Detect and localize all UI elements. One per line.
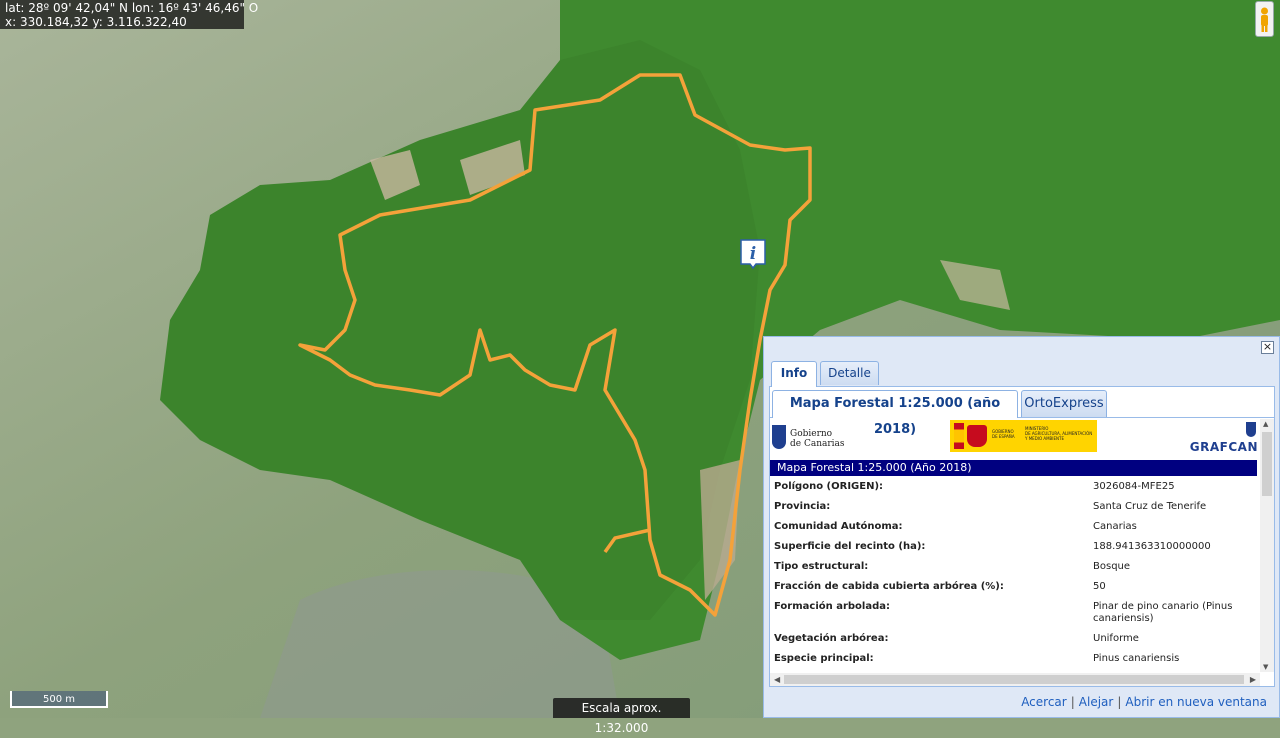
logos-row: Gobierno de Canarias GOBIERNO DE ESPAÑA … [770,418,1258,458]
ministerio-text: MINISTERIO DE AGRICULTURA, ALIMENTACIÓN … [1025,426,1093,441]
xy-readout: x: 330.184,32 y: 3.116.322,40 [5,15,187,29]
row-key: Formación arbolada: [774,601,891,612]
gobierno-espana-text: GOBIERNO DE ESPAÑA [992,429,1015,439]
info-popup: × Info Detalle Mapa Forestal 1:25.000 (a… [763,336,1280,718]
gobierno-canarias-logo: Gobierno de Canarias [772,423,845,453]
row-key: Vegetación arbórea: [774,633,889,644]
row-key: Comunidad Autónoma: [774,521,903,532]
row-value: 3026084-MFE25 [1093,481,1175,492]
table-row: Superficie del recinto (ha): 188.9413633… [770,538,1257,558]
grafcan-text: GRAFCAN [1189,440,1258,454]
row-value: Uniforme [1093,633,1139,644]
info-icon[interactable]: i [740,239,766,270]
scroll-left-icon[interactable]: ◀ [774,673,780,686]
close-icon[interactable]: × [1261,341,1274,354]
row-value: Santa Cruz de Tenerife [1093,501,1207,512]
link-separator: | [1070,695,1075,709]
link-separator: | [1117,695,1122,709]
popup-links: Acercar | Alejar | Abrir en nueva ventana [1021,695,1267,709]
vertical-scrollbar[interactable]: ▲ ▼ [1260,419,1274,672]
acercar-link[interactable]: Acercar [1021,695,1067,709]
scroll-down-icon[interactable]: ▼ [1263,663,1268,671]
row-key: Tipo estructural: [774,561,869,572]
row-value: 188.941363310000000 [1093,541,1211,552]
tab-mapa-forestal[interactable]: Mapa Forestal 1:25.000 (año 2018) [772,390,1018,437]
svg-text:i: i [750,244,756,264]
open-new-window-link[interactable]: Abrir en nueva ventana [1125,695,1267,709]
row-key: Provincia: [774,501,831,512]
spain-crest-icon [967,425,987,447]
row-key: Fracción de cabida cubierta arbórea (%): [774,581,1004,592]
table-row: Formación arbolada: Pinar de pino canari… [770,598,1257,630]
scale-text: Escala aprox. 1:32.000 [553,698,690,735]
grafcan-shield-icon [1246,422,1256,437]
latlon-readout: lat: 28º 09' 42,04" N lon: 16º 43' 46,46… [5,1,259,15]
layer-tabbar: Mapa Forestal 1:25.000 (año 2018) OrtoEx… [770,387,1274,437]
horizontal-scrollbar[interactable]: ◀ ▶ [770,673,1260,686]
table-row: Comunidad Autónoma: Canarias [770,518,1257,538]
spain-flag-icon [954,423,964,449]
scale-bar: 500 m [10,691,108,708]
pegman-icon-graphic [1261,7,1268,32]
row-key: Superficie del recinto (ha): [774,541,926,552]
popup-tabbar: Info Detalle [769,360,1275,387]
tab-detalle[interactable]: Detalle [820,361,879,385]
grafcan-logo: GRAFCAN [1190,422,1258,454]
row-value: Pinar de pino canario (Pinus canariensis… [1093,601,1233,624]
canarias-shield-icon [772,425,786,449]
attribute-table: Polígono (ORIGEN): 3026084-MFE25 Provinc… [770,478,1257,670]
row-key: Polígono (ORIGEN): [774,481,884,492]
row-value: 50 [1093,581,1106,592]
scroll-right-icon[interactable]: ▶ [1250,673,1256,686]
tab-ortoexpress[interactable]: OrtoExpress [1021,390,1107,417]
pegman-icon[interactable] [1255,1,1274,37]
table-row: Fracción de cabida cubierta arbórea (%):… [770,578,1257,598]
row-value: Canarias [1093,521,1137,532]
scroll-up-icon[interactable]: ▲ [1263,420,1268,428]
popup-body: Mapa Forestal 1:25.000 (año 2018) OrtoEx… [769,387,1275,687]
table-row: Tipo estructural: Bosque [770,558,1257,578]
table-row: Provincia: Santa Cruz de Tenerife [770,498,1257,518]
table-row: Polígono (ORIGEN): 3026084-MFE25 [770,478,1257,498]
horizontal-scroll-thumb[interactable] [784,675,1244,684]
gobierno-espana-logo: GOBIERNO DE ESPAÑA MINISTERIO DE AGRICUL… [950,420,1097,452]
table-row: Vegetación arbórea: Uniforme [770,630,1257,650]
table-row: Especie principal: Pinus canariensis [770,650,1257,670]
popup-content: Gobierno de Canarias GOBIERNO DE ESPAÑA … [770,418,1260,673]
gobierno-canarias-text: Gobierno de Canarias [790,429,845,449]
row-value: Bosque [1093,561,1131,572]
section-title: Mapa Forestal 1:25.000 (Año 2018) [770,460,1257,476]
vertical-scroll-thumb[interactable] [1262,432,1272,496]
row-value: Pinus canariensis [1093,653,1180,664]
coordinate-readout: lat: 28º 09' 42,04" N lon: 16º 43' 46,46… [0,0,259,29]
tab-info[interactable]: Info [771,361,817,387]
row-key: Especie principal: [774,653,874,664]
alejar-link[interactable]: Alejar [1079,695,1114,709]
